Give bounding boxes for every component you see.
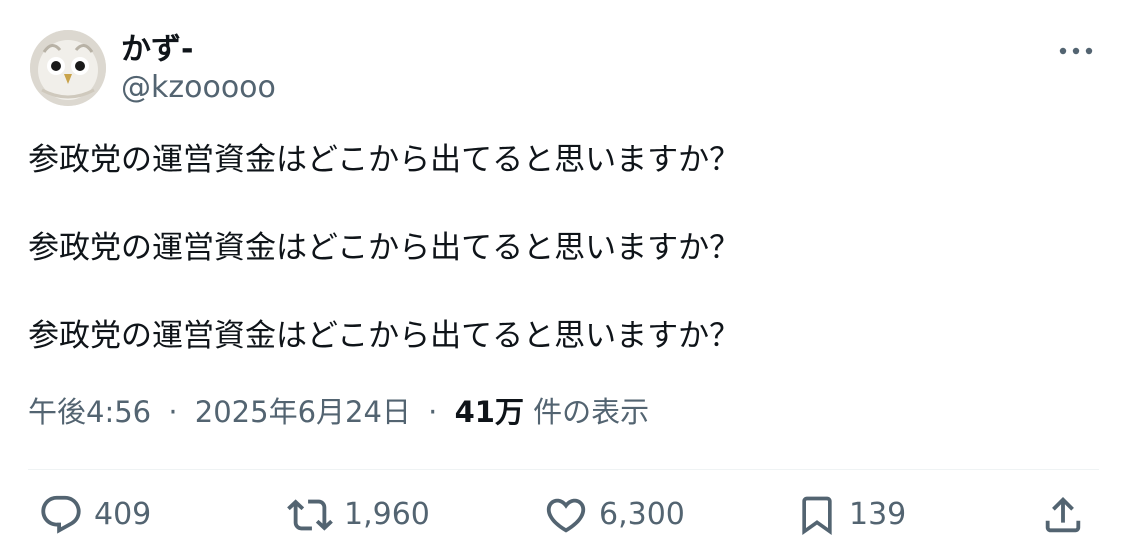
more-options-button[interactable] — [1052, 36, 1100, 66]
tweet-text-line: 参政党の運営資金はどこから出てると思いますか？ — [28, 230, 741, 266]
share-icon — [1045, 496, 1081, 533]
tweet-text: 参政党の運営資金はどこから出てると思いますか？ 参政党の運営資金はどこから出てる… — [28, 140, 1108, 356]
views-label: 件の表示 — [533, 395, 650, 429]
tweet-time[interactable]: 午後4:56 — [28, 395, 151, 429]
bookmark-icon — [802, 496, 832, 536]
meta-separator: · — [168, 395, 178, 429]
reply-icon — [41, 495, 81, 534]
owl-avatar-icon — [30, 30, 106, 106]
tweet-meta: 午後4:56 · 2025年6月24日 · 41万 件の表示 — [28, 392, 649, 432]
share-button[interactable] — [1040, 490, 1086, 540]
like-count: 6,300 — [599, 497, 685, 532]
tweet-text-line: 参政党の運営資金はどこから出てると思いますか？ — [28, 142, 741, 178]
meta-separator: · — [428, 395, 438, 429]
display-name[interactable]: かず- — [121, 32, 193, 68]
reply-button[interactable]: 409 — [38, 490, 151, 540]
retweet-count: 1,960 — [344, 497, 430, 532]
tweet-text-line: 参政党の運営資金はどこから出てると思いますか？ — [28, 318, 741, 354]
retweet-icon — [287, 499, 333, 531]
avatar[interactable] — [30, 30, 106, 106]
bookmark-button[interactable]: 139 — [795, 490, 906, 540]
bookmark-count: 139 — [849, 497, 907, 532]
divider — [28, 469, 1099, 470]
heart-icon — [546, 498, 586, 533]
tweet-card: かず- @kzooooo 参政党の運営資金はどこから出てると思いますか？ 参政党… — [0, 0, 1130, 552]
reply-count: 409 — [94, 497, 152, 532]
like-button[interactable]: 6,300 — [543, 490, 685, 540]
tweet-date[interactable]: 2025年6月24日 — [195, 395, 411, 429]
retweet-button[interactable]: 1,960 — [286, 490, 430, 540]
user-handle[interactable]: @kzooooo — [121, 70, 276, 106]
views-count[interactable]: 41万 — [455, 395, 524, 429]
more-horizontal-icon — [1059, 47, 1093, 55]
